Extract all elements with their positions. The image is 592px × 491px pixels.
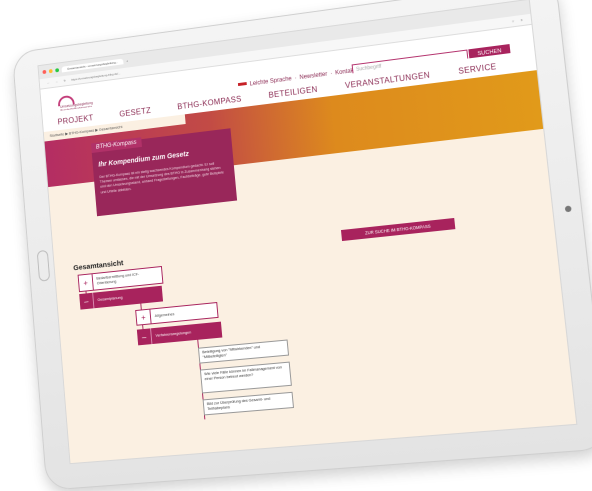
back-icon[interactable]: ← [47,81,50,85]
expand-icon[interactable]: + [78,274,94,292]
menu-icon[interactable]: ≡ [521,18,523,22]
star-icon[interactable]: ☆ [512,19,515,23]
collapse-icon[interactable]: – [79,292,95,310]
new-tab-icon[interactable]: + [126,59,128,63]
collapse-icon[interactable]: – [136,328,153,346]
maximize-window-icon[interactable] [55,68,60,73]
tree-node-verfahrensregelungen[interactable]: – Verfahrensregelungen [136,321,223,346]
tree-leaf-item[interactable]: Wie viele Fälle können im Fallmanagement… [199,361,292,394]
camera-icon [564,205,572,213]
tree-leaf-item[interactable]: Beteiligung von "Mitwirkenden" und "Mitb… [197,339,290,364]
expand-icon[interactable]: + [136,309,152,325]
tree-node-label: Bedarfsermittlung und ICF-Orientierung [96,272,140,286]
tree-node-label: Gesamtplanung [97,295,123,302]
browser-screen: Gesamtansicht - umsetzungsbegleitung... … [37,0,578,465]
tree-node-label: Verfahrensregelungen [155,329,192,338]
tree-leaf-item[interactable]: Bild zur Überprüfung des Gesamt- und Tei… [202,391,295,416]
close-window-icon[interactable] [42,69,47,75]
intro-card: BTHG-Kompass Ihr Kompendium zum Gesetz D… [90,128,238,217]
tree-node-label: Allgemeines [154,311,175,318]
tablet-frame: Gesamtansicht - umsetzungsbegleitung... … [11,0,592,491]
home-button[interactable] [36,249,51,282]
minimize-window-icon[interactable] [48,68,53,74]
reload-icon[interactable]: ↻ [63,79,66,83]
search-kompass-button[interactable]: ZUR SUCHE IM BTHG-KOMPASS [340,217,456,242]
forward-icon[interactable]: → [55,80,58,84]
